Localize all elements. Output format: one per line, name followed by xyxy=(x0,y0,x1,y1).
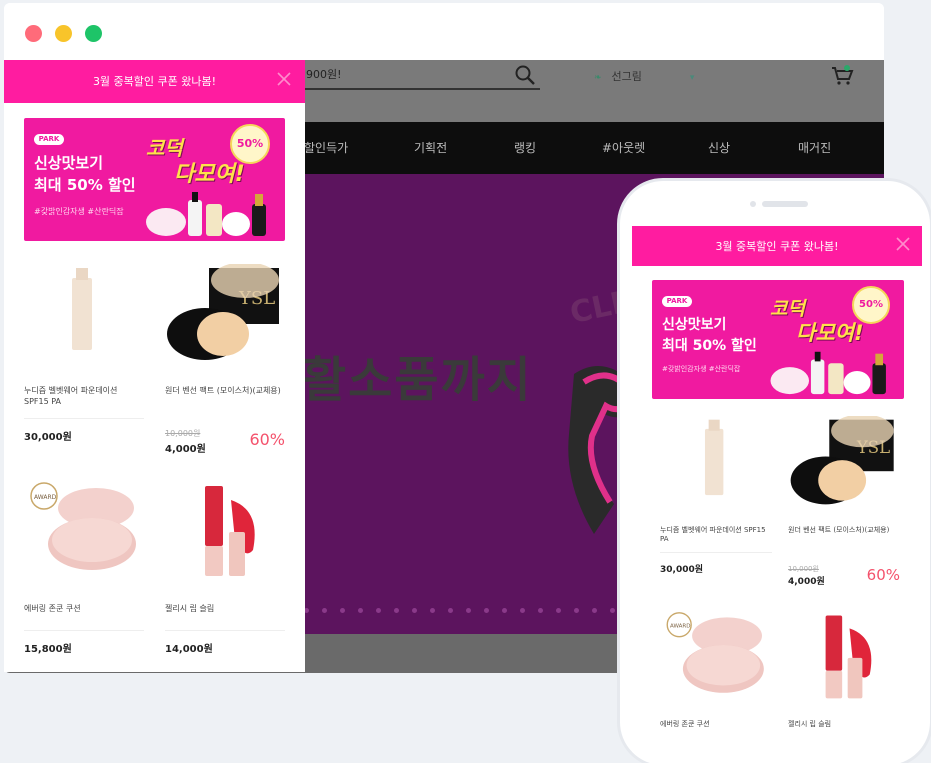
product-image xyxy=(24,264,144,364)
product-card[interactable]: 젤리시 립 슬림 14,000원 xyxy=(165,480,285,670)
nav-item-ranking[interactable]: 랭킹 xyxy=(514,139,536,156)
nav-item-outlet[interactable]: #아웃렛 xyxy=(602,139,645,156)
minimize-window-button[interactable] xyxy=(55,25,72,42)
product-image: AWARD xyxy=(24,480,144,580)
search-bar[interactable]: 900원! xyxy=(304,60,540,90)
product-price: 30,000원 xyxy=(660,565,704,575)
banner-headline: 활소품까지 xyxy=(302,352,533,408)
phone-camera xyxy=(750,201,756,207)
close-icon[interactable] xyxy=(894,235,912,253)
divider xyxy=(660,552,772,553)
product-name: 원더 벤선 팩트 (모이스처)(교체용) xyxy=(788,526,890,534)
close-window-button[interactable] xyxy=(25,25,42,42)
product-card[interactable]: AWARD 에버링 존쿤 쿠션 15,800원 xyxy=(24,480,144,670)
product-card[interactable]: YSL 원더 벤선 팩트 (모이스처)(교체용) 10,000원 4,000원 … xyxy=(788,416,900,596)
phone-screen: 3월 중복할인 쿠폰 왔나봄! PARK 신상맛보기 최대 50% 할인 #갖밝… xyxy=(632,226,922,763)
phone-speaker xyxy=(762,201,808,207)
product-name: 에버링 존쿤 쿠션 xyxy=(24,604,81,613)
phone-popup-header-text: 3월 중복할인 쿠폰 왔나봄! xyxy=(715,240,839,253)
login-label: 선그림 xyxy=(611,70,642,83)
product-image: AWARD xyxy=(660,610,772,702)
product-card[interactable]: YSL 원더 벤선 팩트 (모이스처)(교체용) 10,000원 4,000원 … xyxy=(165,264,285,455)
product-image: YSL xyxy=(165,264,285,364)
product-image xyxy=(660,416,772,508)
leaf-icon: ❧ xyxy=(594,73,602,83)
mobile-popup-panel: 3월 중복할인 쿠폰 왔나봄! PARK 신상맛보기 최대 50% 할인 #갖밝… xyxy=(4,60,305,672)
promo-banner[interactable]: PARK 신상맛보기 최대 50% 할인 #갖밝인감자생 #산란딕잡 코덕 다모… xyxy=(24,118,285,241)
nav-item-sale[interactable]: 할인득가 xyxy=(304,139,348,156)
nav-item-exhibition[interactable]: 기획전 xyxy=(414,139,447,156)
cart-icon[interactable] xyxy=(830,64,854,88)
close-icon[interactable] xyxy=(275,70,293,88)
product-bottles-image xyxy=(770,351,886,395)
product-original-price: 10,000원 xyxy=(788,565,819,573)
divider xyxy=(165,630,285,631)
product-price: 4,000원 xyxy=(165,444,206,455)
maximize-window-button[interactable] xyxy=(85,25,102,42)
phone-promo-banner[interactable]: PARK 신상맛보기 최대 50% 할인 #갖밝인감자생 #산란딕잡 코덕 다모… xyxy=(652,280,904,399)
promo-line2: 최대 50% 할인 xyxy=(34,176,136,194)
product-image xyxy=(165,480,285,580)
product-image: YSL xyxy=(788,416,900,508)
product-name: 누디즘 벨벳웨어 파운데이션 SPF15 PA xyxy=(24,386,118,406)
product-original-price: 10,000원 xyxy=(165,429,201,438)
popup-header: 3월 중복할인 쿠폰 왔나봄! xyxy=(4,60,305,103)
product-price: 30,000원 xyxy=(24,432,72,443)
product-card[interactable]: 누디즘 벨벳웨어 파운데이션 SPF15 PA 30,000원 xyxy=(24,264,144,454)
phone-mockup: 3월 중복할인 쿠폰 왔나봄! PARK 신상맛보기 최대 50% 할인 #갖밝… xyxy=(617,178,931,763)
chevron-down-icon[interactable]: ▾ xyxy=(690,73,695,83)
discount-badge: 50% xyxy=(230,124,270,164)
search-input[interactable]: 900원! xyxy=(306,66,342,82)
promo-tag: PARK xyxy=(34,134,64,145)
product-card[interactable]: AWARD 에버링 존쿤 쿠션 xyxy=(660,610,772,760)
promo-hashtags: #갖밝인감자생 #산란딕잡 xyxy=(662,365,741,373)
nav-item-new[interactable]: 신상 xyxy=(708,139,730,156)
product-name: 젤리시 립 슬림 xyxy=(165,604,215,613)
product-name: 에버링 존쿤 쿠션 xyxy=(660,720,710,728)
search-icon[interactable] xyxy=(514,64,536,86)
phone-popup-header: 3월 중복할인 쿠폰 왔나봄! xyxy=(632,226,922,266)
promo-tag: PARK xyxy=(662,296,692,307)
product-bottles-image xyxy=(146,192,266,236)
product-card[interactable]: 젤리시 립 슬림 xyxy=(788,610,900,760)
title-bar xyxy=(4,3,884,60)
login-link[interactable]: ❧ 선그림 ▾ xyxy=(594,68,694,84)
discount-rate: 60% xyxy=(249,430,285,449)
nav-item-magazine[interactable]: 매거진 xyxy=(798,139,831,156)
discount-badge: 50% xyxy=(852,286,890,324)
banner-pagination[interactable] xyxy=(304,598,644,613)
product-name: 누디즘 벨벳웨어 파운데이션 SPF15 PA xyxy=(660,526,766,544)
promo-line1: 신상맛보기 xyxy=(662,317,727,333)
divider xyxy=(24,630,144,631)
product-price: 14,000원 xyxy=(165,644,213,655)
product-image xyxy=(788,610,900,702)
divider xyxy=(24,418,144,419)
product-card[interactable]: 누디즘 벨벳웨어 파운데이션 SPF15 PA 30,000원 xyxy=(660,416,772,596)
product-name: 원더 벤선 팩트 (모이스처)(교체용) xyxy=(165,386,281,395)
discount-rate: 60% xyxy=(866,566,900,584)
product-name: 젤리시 립 슬림 xyxy=(788,720,832,728)
promo-hashtags: #갖밝인감자생 #산란딕잡 xyxy=(34,207,124,216)
popup-header-text: 3월 중복할인 쿠폰 왔나봄! xyxy=(92,75,217,88)
product-price: 4,000원 xyxy=(788,577,825,587)
product-price: 15,800원 xyxy=(24,644,72,655)
promo-line1: 신상맛보기 xyxy=(34,154,104,172)
svg-text:AWARD: AWARD xyxy=(34,494,57,501)
promo-line2: 최대 50% 할인 xyxy=(662,338,757,354)
svg-text:AWARD: AWARD xyxy=(670,623,690,629)
